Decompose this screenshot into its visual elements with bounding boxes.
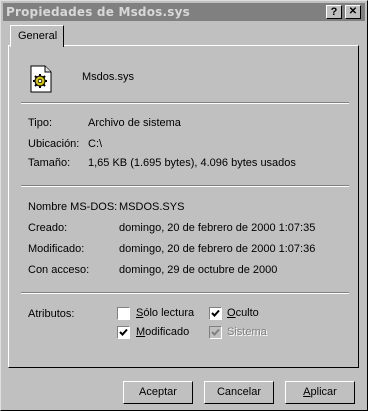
separator <box>21 292 349 294</box>
title-bar[interactable]: Propiedades de Msdos.sys ? ✕ <box>3 3 365 21</box>
tipo-value: Archivo de sistema <box>88 117 181 129</box>
sistema-label: Sistema <box>227 326 267 338</box>
atributos-label: Atributos: <box>28 308 75 320</box>
acceso-label: Con acceso: <box>28 264 90 276</box>
tamano-value: 1,65 KB (1.695 bytes), 4.096 bytes usado… <box>88 157 296 169</box>
tab-general[interactable]: General <box>10 25 64 47</box>
checkbox-box[interactable] <box>209 307 222 320</box>
file-name: Msdos.sys <box>82 71 134 83</box>
checkbox-box <box>209 326 222 339</box>
solo-lectura-checkbox[interactable]: Sólo lectura <box>117 306 207 322</box>
checkbox-box[interactable] <box>117 307 130 320</box>
msdos-name-label: Nombre MS-DOS: <box>28 201 118 213</box>
ubicacion-label: Ubicación: <box>28 138 80 150</box>
solo-lectura-label: Sólo lectura <box>136 307 195 319</box>
acceso-value: domingo, 29 de octubre de 2000 <box>119 264 278 276</box>
aceptar-button[interactable]: Aceptar <box>123 381 193 404</box>
modificado-value: domingo, 20 de febrero de 2000 1:07:36 <box>119 243 316 255</box>
modificado-label: Modificado: <box>28 243 85 255</box>
checkmark-icon <box>211 328 220 336</box>
system-file-gear-icon <box>29 65 53 93</box>
help-icon: ? <box>330 6 338 18</box>
close-icon: ✕ <box>348 6 358 17</box>
properties-dialog: Propiedades de Msdos.sys ? ✕ General Msd… <box>0 0 368 411</box>
creado-value: domingo, 20 de febrero de 2000 1:07:35 <box>119 222 316 234</box>
aplicar-button[interactable]: Aplicar <box>285 381 355 404</box>
window-title: Propiedades de Msdos.sys <box>6 5 190 19</box>
tab-general-label: General <box>18 30 58 42</box>
general-tab-panel: Msdos.sys Tipo: Archivo de sistema Ubica… <box>8 45 359 368</box>
cancelar-button[interactable]: Cancelar <box>204 381 274 404</box>
sistema-checkbox: Sistema <box>209 325 279 341</box>
creado-label: Creado: <box>28 222 68 234</box>
modificado-checkbox[interactable]: Modificado <box>117 325 207 341</box>
oculto-label: Oculto <box>227 307 259 319</box>
close-button[interactable]: ✕ <box>345 5 361 19</box>
checkmark-icon <box>119 328 128 336</box>
tipo-label: Tipo: <box>28 117 53 129</box>
checkmark-icon <box>211 309 220 317</box>
separator <box>21 185 349 187</box>
modificado-label: Modificado <box>136 326 190 338</box>
oculto-checkbox[interactable]: Oculto <box>209 306 279 322</box>
msdos-name-value: MSDOS.SYS <box>119 201 185 213</box>
tamano-label: Tamaño: <box>28 157 71 169</box>
help-button[interactable]: ? <box>326 5 342 19</box>
checkbox-box[interactable] <box>117 326 130 339</box>
separator <box>21 102 349 104</box>
ubicacion-value: C:\ <box>88 138 103 150</box>
